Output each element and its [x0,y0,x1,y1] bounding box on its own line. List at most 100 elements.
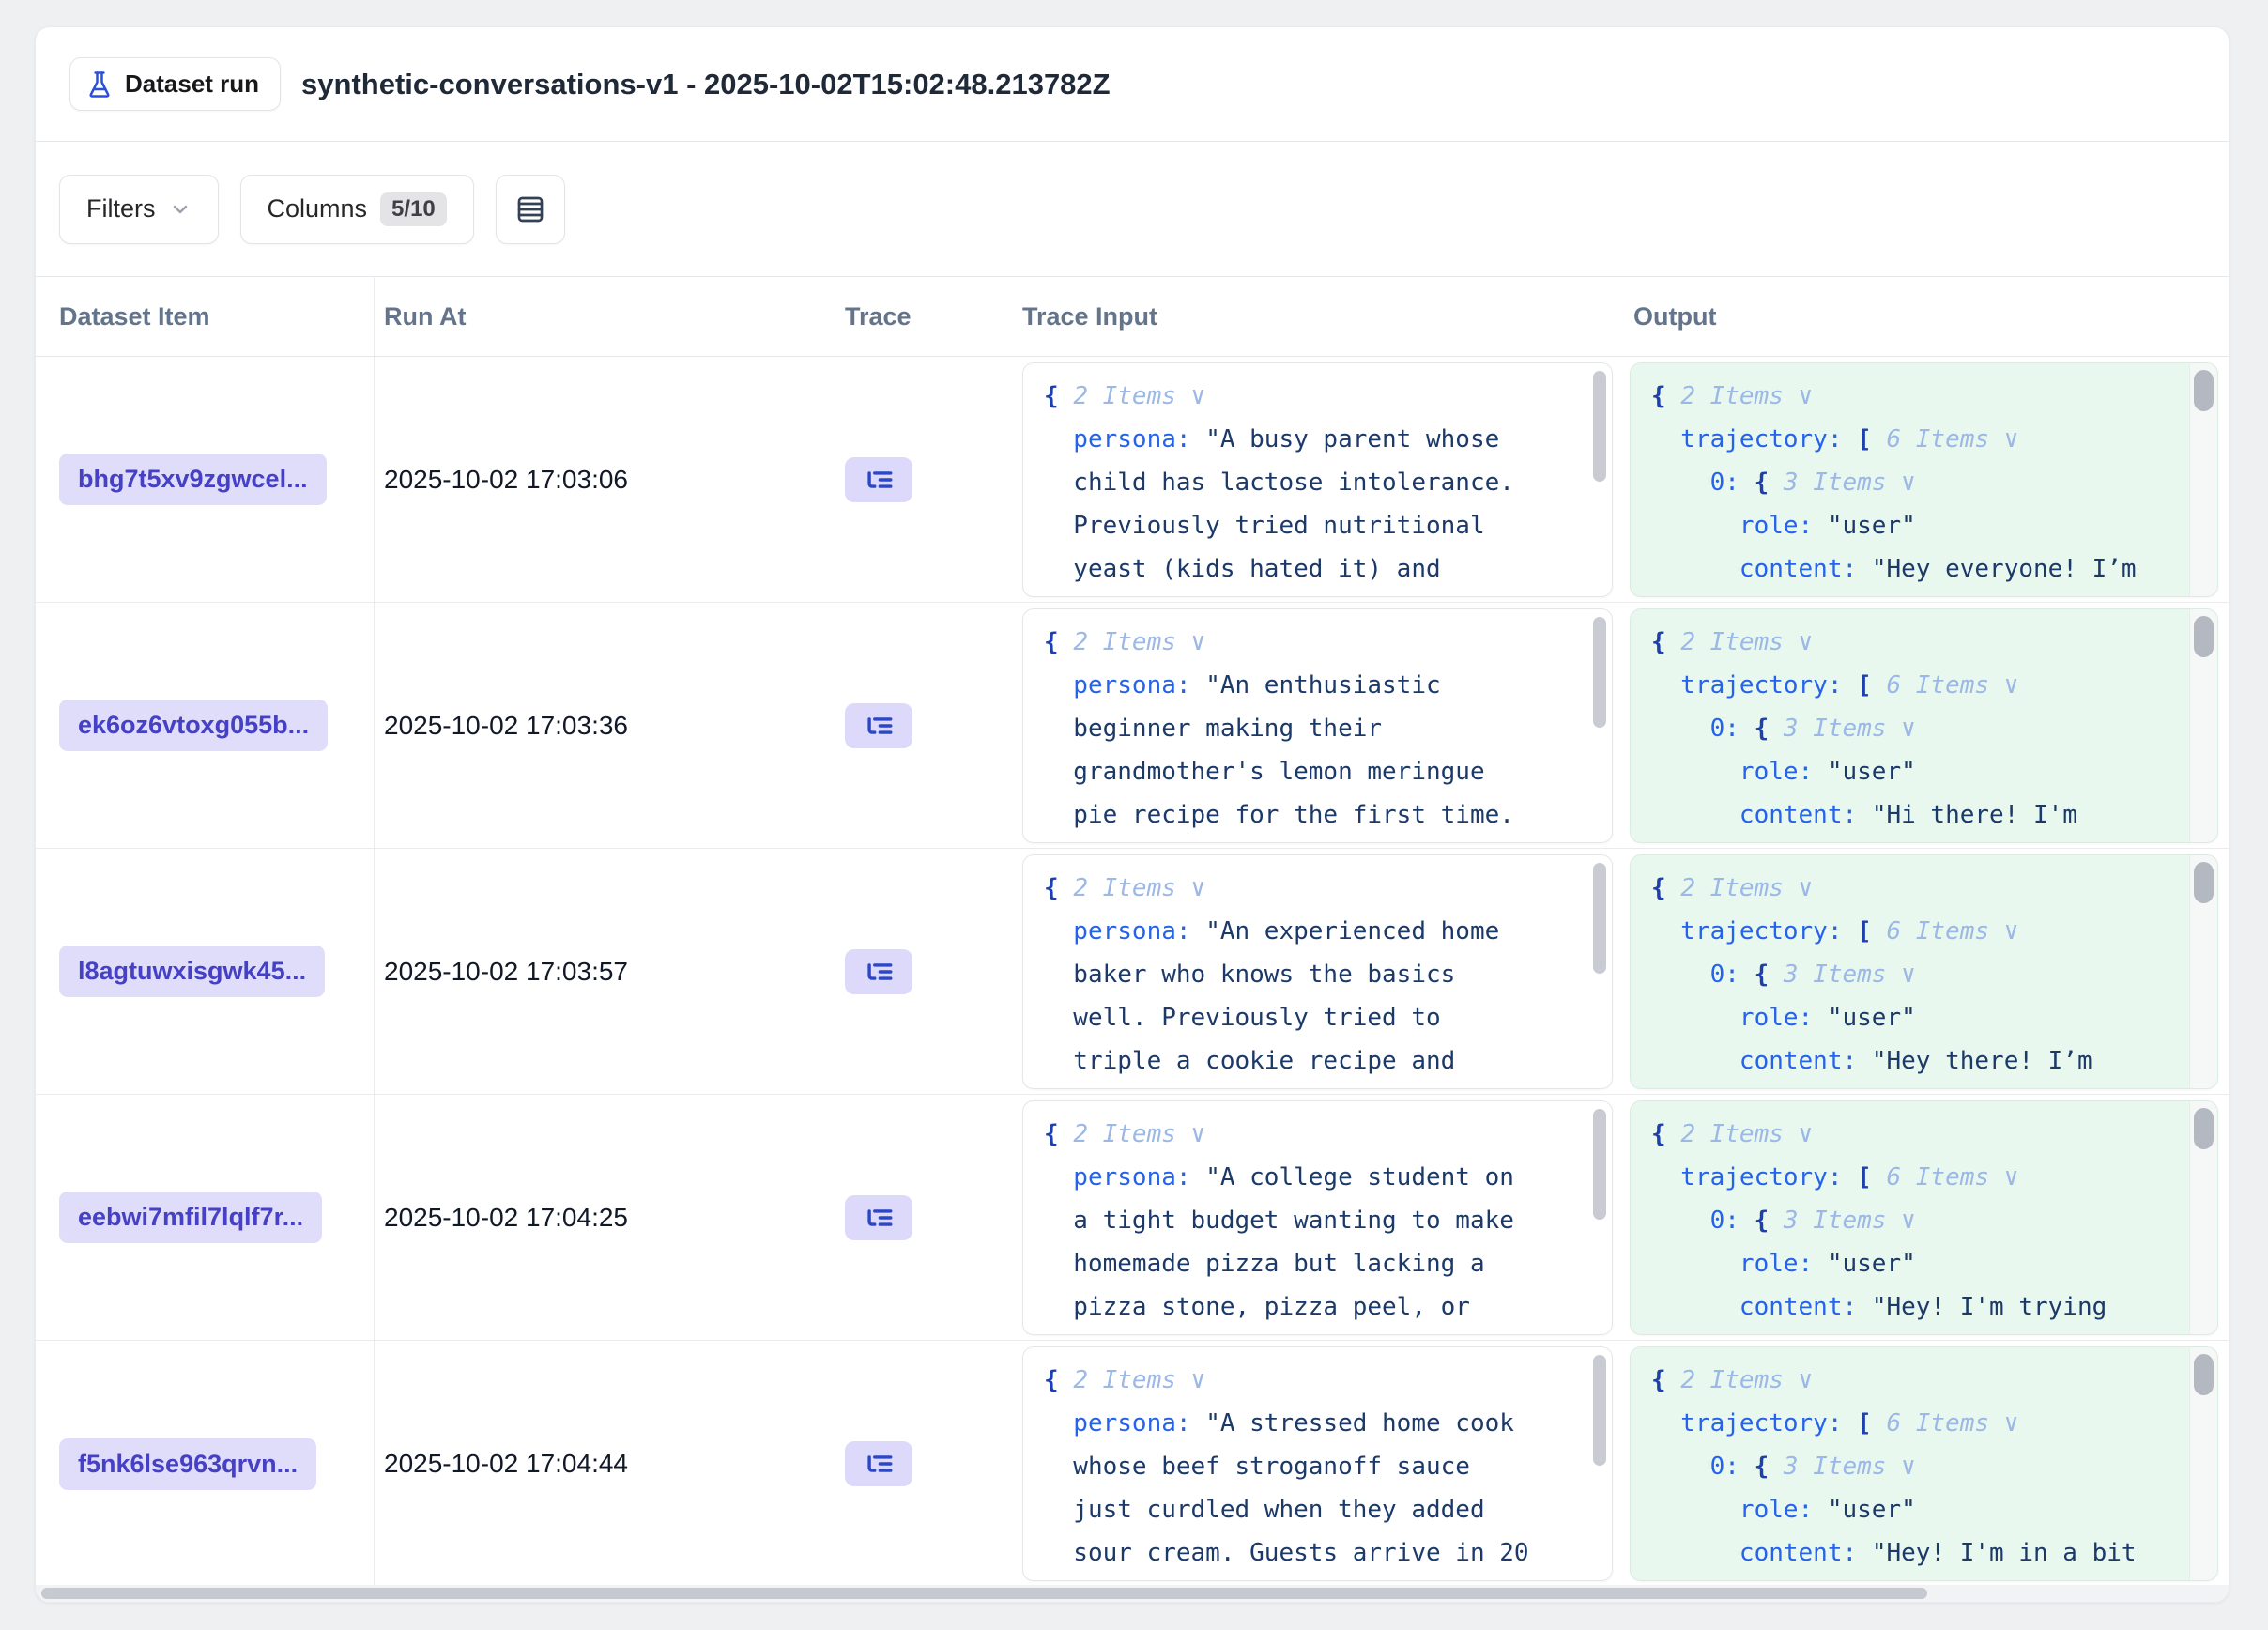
output-scrollbar-track[interactable] [2189,363,2217,596]
output-scrollbar-thumb[interactable] [2194,862,2214,903]
output-json: { 2 Items ∨ trajectory: [ 6 Items ∨ 0: {… [1631,1347,2217,1581]
output-box[interactable]: { 2 Items ∨ trajectory: [ 6 Items ∨ 0: {… [1630,608,2218,843]
output-cell: { 2 Items ∨ trajectory: [ 6 Items ∨ 0: {… [1626,362,2218,597]
trace-button[interactable] [845,1195,912,1240]
trace-input-box[interactable]: { 2 Items ∨ persona: "A college student … [1022,1100,1613,1335]
list-tree-icon [863,1202,895,1234]
trace-button[interactable] [845,949,912,994]
output-scrollbar-track[interactable] [2189,609,2217,842]
trace-input-scrollbar-thumb[interactable] [1593,617,1606,728]
table-row: f5nk6lse963qrvn... 2025-10-02 17:04:44 {… [36,1341,2229,1585]
output-scrollbar-thumb[interactable] [2194,616,2214,657]
dataset-run-badge: Dataset run [69,57,281,111]
run-at-cell: 2025-10-02 17:03:06 [375,465,827,495]
trace-input-json: { 2 Items ∨ persona: "A college student … [1023,1101,1612,1335]
trace-input-cell: { 2 Items ∨ persona: "An enthusiastic be… [1011,608,1626,843]
table-header-row: Dataset Item Run At Trace Trace Input Ou… [36,276,2229,357]
columns-label: Columns [268,194,368,223]
card-header: Dataset run synthetic-conversations-v1 -… [36,27,2229,142]
column-header-run-at[interactable]: Run At [375,277,827,356]
trace-input-box[interactable]: { 2 Items ∨ persona: "A stressed home co… [1022,1346,1613,1581]
dataset-item-pill[interactable]: bhg7t5xv9zgwcel... [59,454,327,505]
row-height-button[interactable] [496,175,565,244]
list-tree-icon [863,710,895,742]
table-row: l8agtuwxisgwk45... 2025-10-02 17:03:57 {… [36,849,2229,1095]
output-scrollbar-thumb[interactable] [2194,370,2214,411]
dataset-item-cell: ek6oz6vtoxg055b... [36,603,375,848]
output-box[interactable]: { 2 Items ∨ trajectory: [ 6 Items ∨ 0: {… [1630,854,2218,1089]
run-at-cell: 2025-10-02 17:03:36 [375,711,827,741]
chevron-down-icon [169,198,192,221]
run-at-value: 2025-10-02 17:03:57 [384,957,628,986]
trace-input-json: { 2 Items ∨ persona: "A stressed home co… [1023,1347,1612,1581]
dataset-item-pill[interactable]: l8agtuwxisgwk45... [59,946,325,997]
dataset-run-card: Dataset run synthetic-conversations-v1 -… [35,26,2230,1603]
flask-icon [85,70,114,99]
output-json: { 2 Items ∨ trajectory: [ 6 Items ∨ 0: {… [1631,855,2217,1089]
horizontal-scrollbar-thumb[interactable] [41,1588,1927,1599]
output-cell: { 2 Items ∨ trajectory: [ 6 Items ∨ 0: {… [1626,608,2218,843]
output-scrollbar-track[interactable] [2189,855,2217,1088]
column-header-trace-input[interactable]: Trace Input [1011,277,1626,356]
trace-input-box[interactable]: { 2 Items ∨ persona: "An enthusiastic be… [1022,608,1613,843]
trace-button[interactable] [845,457,912,502]
list-tree-icon [863,464,895,496]
output-scrollbar-thumb[interactable] [2194,1354,2214,1395]
column-header-output[interactable]: Output [1626,277,2218,356]
output-json: { 2 Items ∨ trajectory: [ 6 Items ∨ 0: {… [1631,609,2217,843]
toolbar: Filters Columns 5/10 [36,142,2229,276]
run-at-value: 2025-10-02 17:04:44 [384,1449,628,1478]
dataset-item-pill[interactable]: eebwi7mfil7lqlf7r... [59,1192,322,1243]
output-scrollbar-track[interactable] [2189,1347,2217,1580]
output-scrollbar-thumb[interactable] [2194,1108,2214,1149]
output-box[interactable]: { 2 Items ∨ trajectory: [ 6 Items ∨ 0: {… [1630,362,2218,597]
trace-input-box[interactable]: { 2 Items ∨ persona: "A busy parent whos… [1022,362,1613,597]
trace-input-json: { 2 Items ∨ persona: "A busy parent whos… [1023,363,1612,597]
trace-input-box[interactable]: { 2 Items ∨ persona: "An experienced hom… [1022,854,1613,1089]
columns-button[interactable]: Columns 5/10 [240,175,474,244]
output-json: { 2 Items ∨ trajectory: [ 6 Items ∨ 0: {… [1631,363,2217,597]
run-at-cell: 2025-10-02 17:03:57 [375,957,827,987]
output-scrollbar-track[interactable] [2189,1101,2217,1334]
dataset-item-cell: bhg7t5xv9zgwcel... [36,357,375,602]
trace-input-scrollbar-thumb[interactable] [1593,863,1606,974]
column-header-dataset-item[interactable]: Dataset Item [36,277,375,356]
run-at-value: 2025-10-02 17:04:25 [384,1203,628,1232]
table-row: eebwi7mfil7lqlf7r... 2025-10-02 17:04:25… [36,1095,2229,1341]
run-at-cell: 2025-10-02 17:04:25 [375,1203,827,1233]
column-header-trace[interactable]: Trace [827,277,1011,356]
trace-cell [827,457,1011,502]
run-at-value: 2025-10-02 17:03:06 [384,465,628,494]
run-at-value: 2025-10-02 17:03:36 [384,711,628,740]
trace-input-json: { 2 Items ∨ persona: "An enthusiastic be… [1023,609,1612,843]
badge-label: Dataset run [125,69,259,99]
output-cell: { 2 Items ∨ trajectory: [ 6 Items ∨ 0: {… [1626,854,2218,1089]
run-at-cell: 2025-10-02 17:04:44 [375,1449,827,1479]
dataset-item-cell: f5nk6lse963qrvn... [36,1341,375,1585]
trace-input-cell: { 2 Items ∨ persona: "An experienced hom… [1011,854,1626,1089]
list-tree-icon [863,1448,895,1480]
table-row: bhg7t5xv9zgwcel... 2025-10-02 17:03:06 {… [36,357,2229,603]
list-tree-icon [863,956,895,988]
output-box[interactable]: { 2 Items ∨ trajectory: [ 6 Items ∨ 0: {… [1630,1100,2218,1335]
horizontal-scrollbar[interactable] [36,1585,2229,1602]
filters-label: Filters [86,194,156,223]
trace-input-scrollbar-thumb[interactable] [1593,1109,1606,1220]
output-cell: { 2 Items ∨ trajectory: [ 6 Items ∨ 0: {… [1626,1100,2218,1335]
trace-cell [827,1441,1011,1486]
trace-cell [827,703,1011,748]
trace-input-scrollbar-thumb[interactable] [1593,1355,1606,1466]
output-json: { 2 Items ∨ trajectory: [ 6 Items ∨ 0: {… [1631,1101,2217,1335]
trace-input-scrollbar-thumb[interactable] [1593,371,1606,482]
trace-input-cell: { 2 Items ∨ persona: "A college student … [1011,1100,1626,1335]
output-box[interactable]: { 2 Items ∨ trajectory: [ 6 Items ∨ 0: {… [1630,1346,2218,1581]
dataset-item-cell: eebwi7mfil7lqlf7r... [36,1095,375,1340]
trace-input-json: { 2 Items ∨ persona: "An experienced hom… [1023,855,1612,1089]
dataset-item-pill[interactable]: ek6oz6vtoxg055b... [59,700,328,751]
trace-input-cell: { 2 Items ∨ persona: "A busy parent whos… [1011,362,1626,597]
trace-button[interactable] [845,1441,912,1486]
trace-button[interactable] [845,703,912,748]
trace-input-cell: { 2 Items ∨ persona: "A stressed home co… [1011,1346,1626,1581]
dataset-item-pill[interactable]: f5nk6lse963qrvn... [59,1438,316,1490]
filters-button[interactable]: Filters [59,175,219,244]
